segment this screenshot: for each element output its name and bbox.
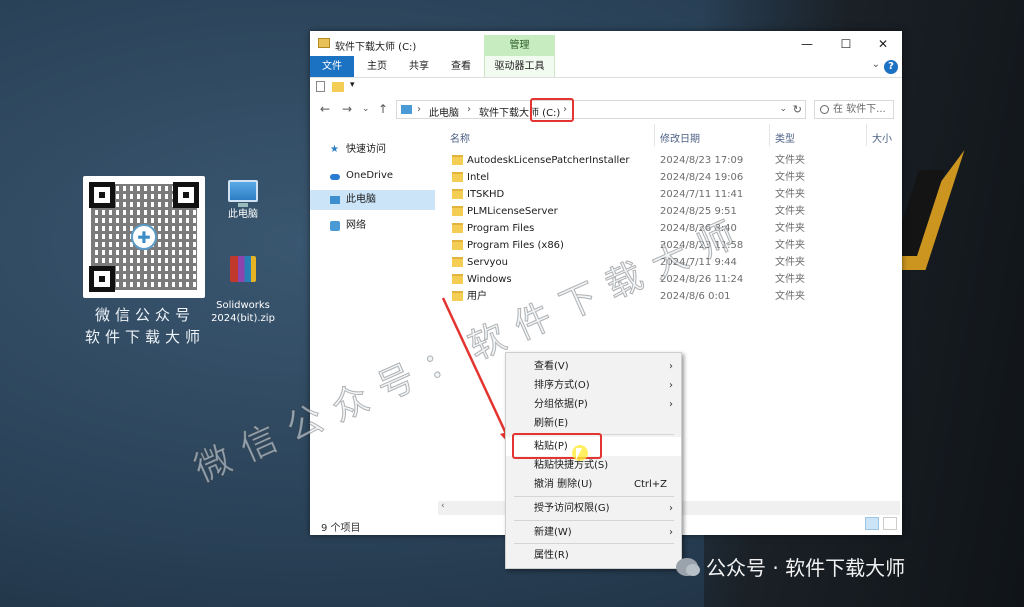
chevron-right-icon: ›	[669, 527, 673, 538]
chevron-right-icon: ›	[669, 380, 673, 391]
menu-separator	[514, 496, 674, 497]
chevron-right-icon: ›	[669, 399, 673, 410]
menu-item-label: 授予访问权限(G)	[534, 503, 610, 514]
menu-item-shortcut: Ctrl+Z	[633, 479, 667, 490]
context-menu: 查看(V) › 排序方式(O) › 分组依据(P) › 刷新(E) 粘贴(P) …	[505, 352, 682, 569]
menu-separator	[514, 520, 674, 521]
menu-item-group-by[interactable]: 分组依据(P) ›	[506, 395, 681, 414]
wechat-icon	[676, 557, 700, 576]
mouse-cursor-icon	[576, 448, 582, 460]
footer-watermark: 公众号 · 软件下载大师	[676, 552, 905, 581]
menu-item-new[interactable]: 新建(W) ›	[506, 523, 681, 542]
menu-item-undo-delete[interactable]: 撤消 删除(U) Ctrl+Z	[506, 475, 681, 494]
chevron-right-icon: ›	[669, 361, 673, 372]
footer-text: 公众号 · 软件下载大师	[706, 556, 906, 580]
menu-item-give-access[interactable]: 授予访问权限(G) ›	[506, 499, 681, 518]
menu-item-label: 撤消 删除(U)	[534, 479, 593, 490]
menu-item-label: 排序方式(O)	[534, 380, 590, 391]
menu-item-label: 刷新(E)	[534, 418, 569, 429]
menu-item-label: 新建(W)	[534, 527, 572, 538]
menu-item-label: 分组依据(P)	[534, 399, 588, 410]
menu-item-paste-shortcut[interactable]: 粘贴快捷方式(S)	[506, 456, 681, 475]
menu-item-properties[interactable]: 属性(R)	[506, 546, 681, 565]
menu-item-refresh[interactable]: 刷新(E)	[506, 414, 681, 433]
chevron-right-icon: ›	[669, 503, 673, 514]
menu-separator	[514, 543, 674, 544]
menu-item-view[interactable]: 查看(V) ›	[506, 357, 681, 376]
menu-item-label: 查看(V)	[534, 361, 569, 372]
menu-item-label: 粘贴快捷方式(S)	[534, 460, 609, 471]
menu-item-label: 属性(R)	[534, 550, 569, 561]
menu-item-sort-by[interactable]: 排序方式(O) ›	[506, 376, 681, 395]
